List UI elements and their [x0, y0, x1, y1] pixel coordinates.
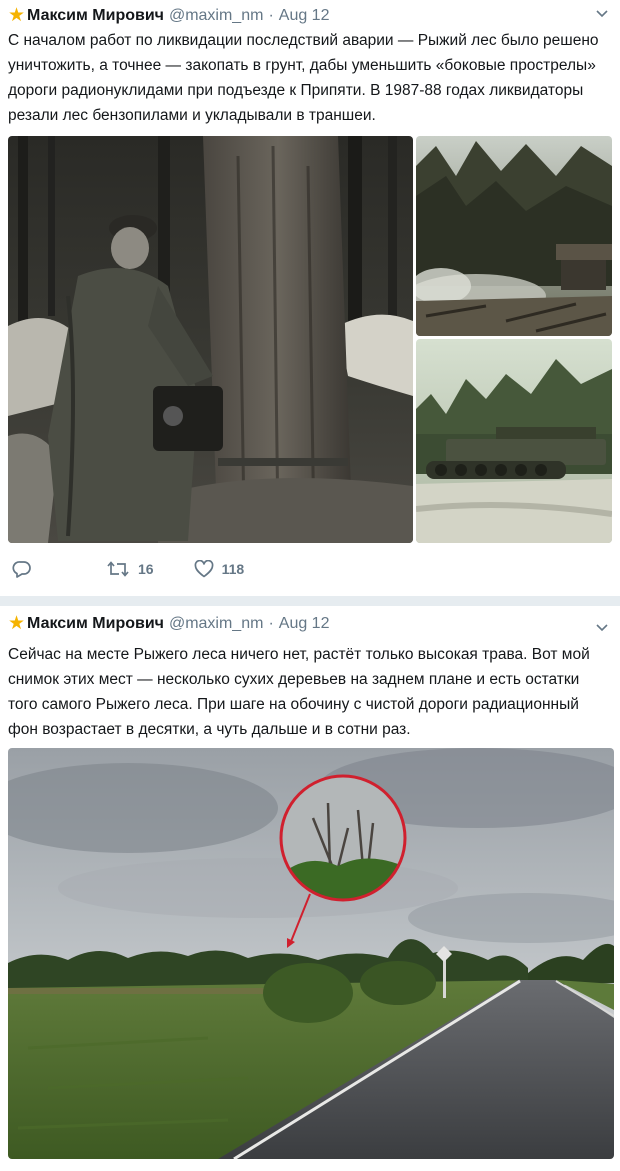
tweet-text: Сейчас на месте Рыжего леса ничего нет, … — [8, 646, 590, 738]
photo-road-landscape[interactable] — [8, 748, 614, 1159]
star-icon: ★ — [8, 5, 26, 26]
tweet-date[interactable]: Aug 12 — [279, 615, 330, 633]
photo-tracked-vehicle[interactable] — [416, 339, 612, 543]
tweet-text: С началом работ по ликвидации последстви… — [8, 32, 599, 124]
tweet-card[interactable]: ★ Максим Мирович @maxim_nm · Aug 12 Сейч… — [0, 606, 620, 1171]
tweet-date[interactable]: Aug 12 — [279, 7, 330, 25]
photo-liquidator-chainsaw[interactable] — [8, 136, 413, 543]
like-button[interactable]: 118 — [194, 560, 245, 578]
author-name[interactable]: Максим Мирович — [27, 615, 164, 633]
star-icon: ★ — [8, 613, 26, 634]
retweet-button[interactable]: 16 — [106, 560, 154, 578]
retweet-count: 16 — [138, 561, 154, 577]
author-handle[interactable]: @maxim_nm — [169, 615, 263, 633]
chevron-down-icon[interactable] — [596, 10, 608, 18]
author-handle[interactable]: @maxim_nm — [169, 7, 263, 25]
reply-button[interactable] — [12, 560, 32, 578]
like-count: 118 — [221, 561, 245, 577]
separator-dot: · — [268, 615, 274, 632]
chevron-down-icon[interactable] — [596, 624, 608, 632]
separator-dot: · — [268, 7, 274, 24]
reply-icon — [12, 561, 31, 578]
heart-icon — [194, 560, 213, 578]
retweet-icon — [107, 561, 129, 577]
photo-forest-smoke[interactable] — [416, 136, 612, 336]
tweet-card[interactable]: ★ Максим Мирович @maxim_nm · Aug 12 С на… — [0, 0, 620, 596]
tweet-header: ★ Максим Мирович @maxim_nm · Aug 12 — [8, 614, 329, 634]
tweet-header: ★ Максим Мирович @maxim_nm · Aug 12 — [8, 6, 329, 26]
author-name[interactable]: Максим Мирович — [27, 7, 164, 25]
tweet-actions: 16 118 — [12, 556, 244, 582]
